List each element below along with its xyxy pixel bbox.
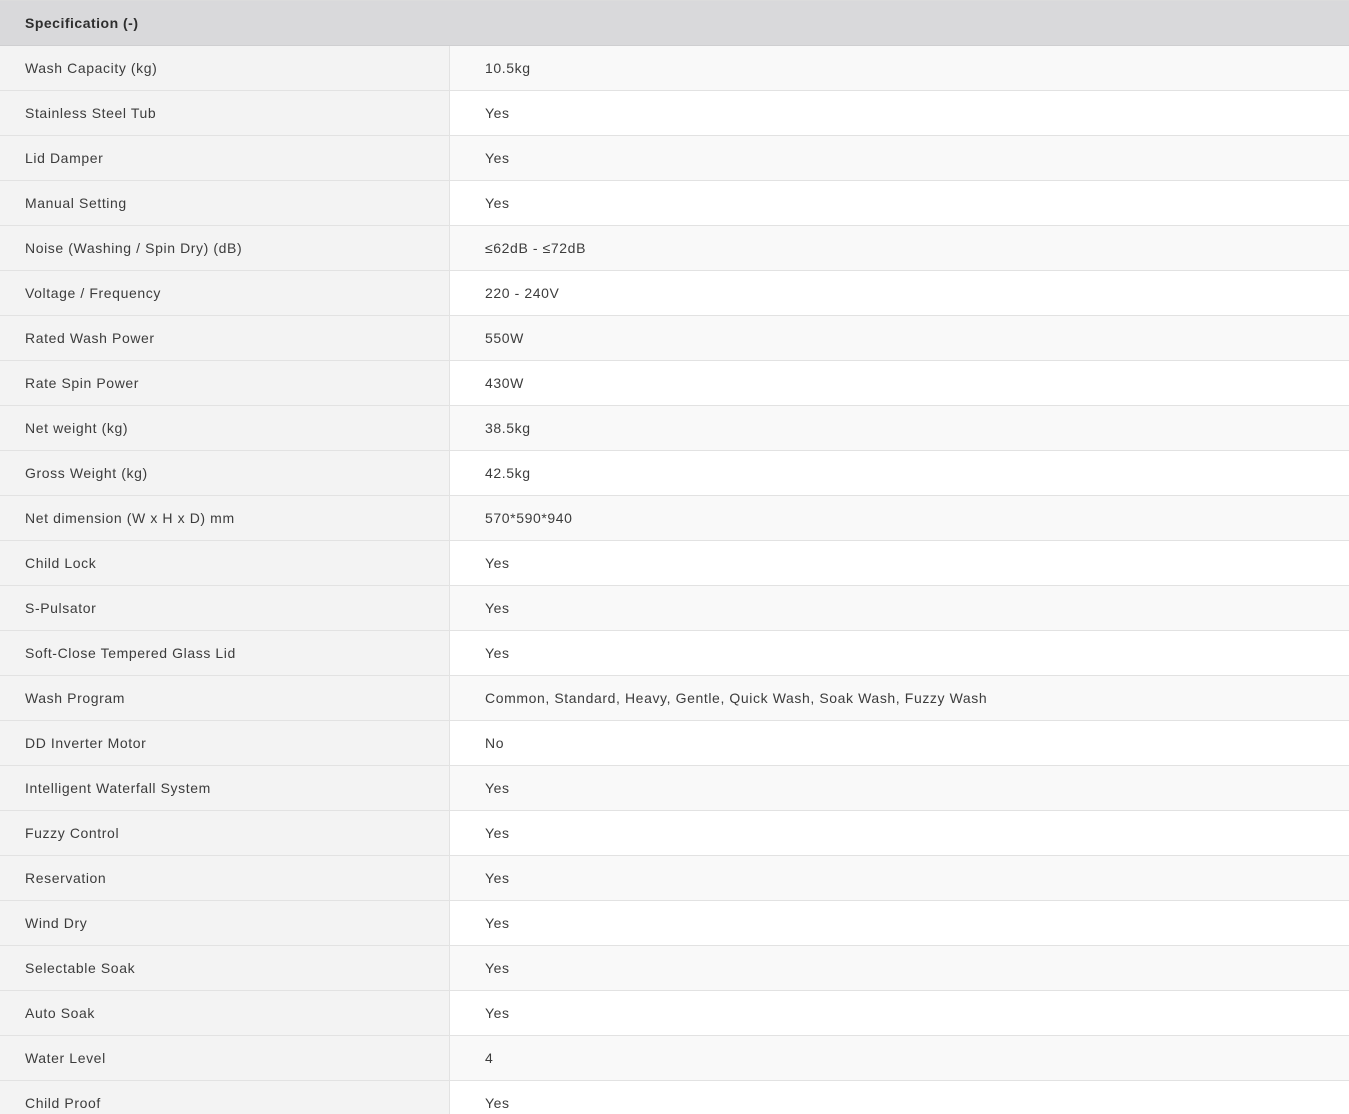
spec-label: S-Pulsator [0, 586, 450, 630]
spec-label: Lid Damper [0, 136, 450, 180]
spec-label: Child Proof [0, 1081, 450, 1114]
spec-value: Yes [450, 811, 1349, 855]
spec-value: Yes [450, 91, 1349, 135]
spec-value: 550W [450, 316, 1349, 360]
spec-label: Rate Spin Power [0, 361, 450, 405]
spec-value: Yes [450, 766, 1349, 810]
spec-row: Auto Soak Yes [0, 991, 1349, 1036]
spec-row: Net dimension (W x H x D) mm 570*590*940 [0, 496, 1349, 541]
spec-value: Yes [450, 856, 1349, 900]
spec-row: Soft-Close Tempered Glass Lid Yes [0, 631, 1349, 676]
spec-row: Rated Wash Power 550W [0, 316, 1349, 361]
spec-row: Fuzzy Control Yes [0, 811, 1349, 856]
spec-row: Wind Dry Yes [0, 901, 1349, 946]
spec-row: Intelligent Waterfall System Yes [0, 766, 1349, 811]
spec-row: Reservation Yes [0, 856, 1349, 901]
spec-label: DD Inverter Motor [0, 721, 450, 765]
spec-row: DD Inverter Motor No [0, 721, 1349, 766]
spec-value: 38.5kg [450, 406, 1349, 450]
spec-value: 42.5kg [450, 451, 1349, 495]
spec-label: Intelligent Waterfall System [0, 766, 450, 810]
spec-label: Gross Weight (kg) [0, 451, 450, 495]
spec-row: S-Pulsator Yes [0, 586, 1349, 631]
spec-value: Yes [450, 946, 1349, 990]
spec-row: Voltage / Frequency 220 - 240V [0, 271, 1349, 316]
spec-label: Fuzzy Control [0, 811, 450, 855]
spec-label: Child Lock [0, 541, 450, 585]
spec-label: Stainless Steel Tub [0, 91, 450, 135]
spec-label: Rated Wash Power [0, 316, 450, 360]
spec-row: Manual Setting Yes [0, 181, 1349, 226]
spec-label: Wash Program [0, 676, 450, 720]
spec-label: Wash Capacity (kg) [0, 46, 450, 90]
spec-value: Yes [450, 631, 1349, 675]
spec-row: Net weight (kg) 38.5kg [0, 406, 1349, 451]
spec-row: Child Proof Yes [0, 1081, 1349, 1114]
spec-value: Common, Standard, Heavy, Gentle, Quick W… [450, 676, 1349, 720]
spec-value: Yes [450, 991, 1349, 1035]
spec-value: Yes [450, 136, 1349, 180]
spec-row: Wash Program Common, Standard, Heavy, Gen… [0, 676, 1349, 721]
spec-label: Wind Dry [0, 901, 450, 945]
spec-label: Manual Setting [0, 181, 450, 225]
spec-label: Water Level [0, 1036, 450, 1080]
spec-value: Yes [450, 181, 1349, 225]
spec-row: Rate Spin Power 430W [0, 361, 1349, 406]
spec-value: 220 - 240V [450, 271, 1349, 315]
spec-value: Yes [450, 586, 1349, 630]
spec-value: Yes [450, 1081, 1349, 1114]
spec-label: Noise (Washing / Spin Dry) (dB) [0, 226, 450, 270]
specification-section: Specification (-) Wash Capacity (kg) 10.5… [0, 0, 1349, 1114]
spec-value: ≤62dB - ≤72dB [450, 226, 1349, 270]
specification-table: Wash Capacity (kg) 10.5kg Stainless Steel … [0, 46, 1349, 1114]
spec-row: Child Lock Yes [0, 541, 1349, 586]
spec-row: Selectable Soak Yes [0, 946, 1349, 991]
spec-label: Voltage / Frequency [0, 271, 450, 315]
spec-label: Soft-Close Tempered Glass Lid [0, 631, 450, 675]
spec-row: Water Level 4 [0, 1036, 1349, 1081]
spec-label: Net dimension (W x H x D) mm [0, 496, 450, 540]
spec-label: Net weight (kg) [0, 406, 450, 450]
spec-value: Yes [450, 901, 1349, 945]
spec-value: 4 [450, 1036, 1349, 1080]
spec-row: Lid Damper Yes [0, 136, 1349, 181]
spec-value: 430W [450, 361, 1349, 405]
spec-value: 10.5kg [450, 46, 1349, 90]
spec-label: Selectable Soak [0, 946, 450, 990]
spec-row: Gross Weight (kg) 42.5kg [0, 451, 1349, 496]
spec-row: Stainless Steel Tub Yes [0, 91, 1349, 136]
spec-value: No [450, 721, 1349, 765]
specification-title: Specification (-) [25, 15, 139, 31]
spec-row: Noise (Washing / Spin Dry) (dB) ≤62dB - ≤… [0, 226, 1349, 271]
spec-label: Reservation [0, 856, 450, 900]
spec-value: 570*590*940 [450, 496, 1349, 540]
specification-toggle-header[interactable]: Specification (-) [0, 1, 1349, 46]
spec-value: Yes [450, 541, 1349, 585]
spec-label: Auto Soak [0, 991, 450, 1035]
spec-row: Wash Capacity (kg) 10.5kg [0, 46, 1349, 91]
